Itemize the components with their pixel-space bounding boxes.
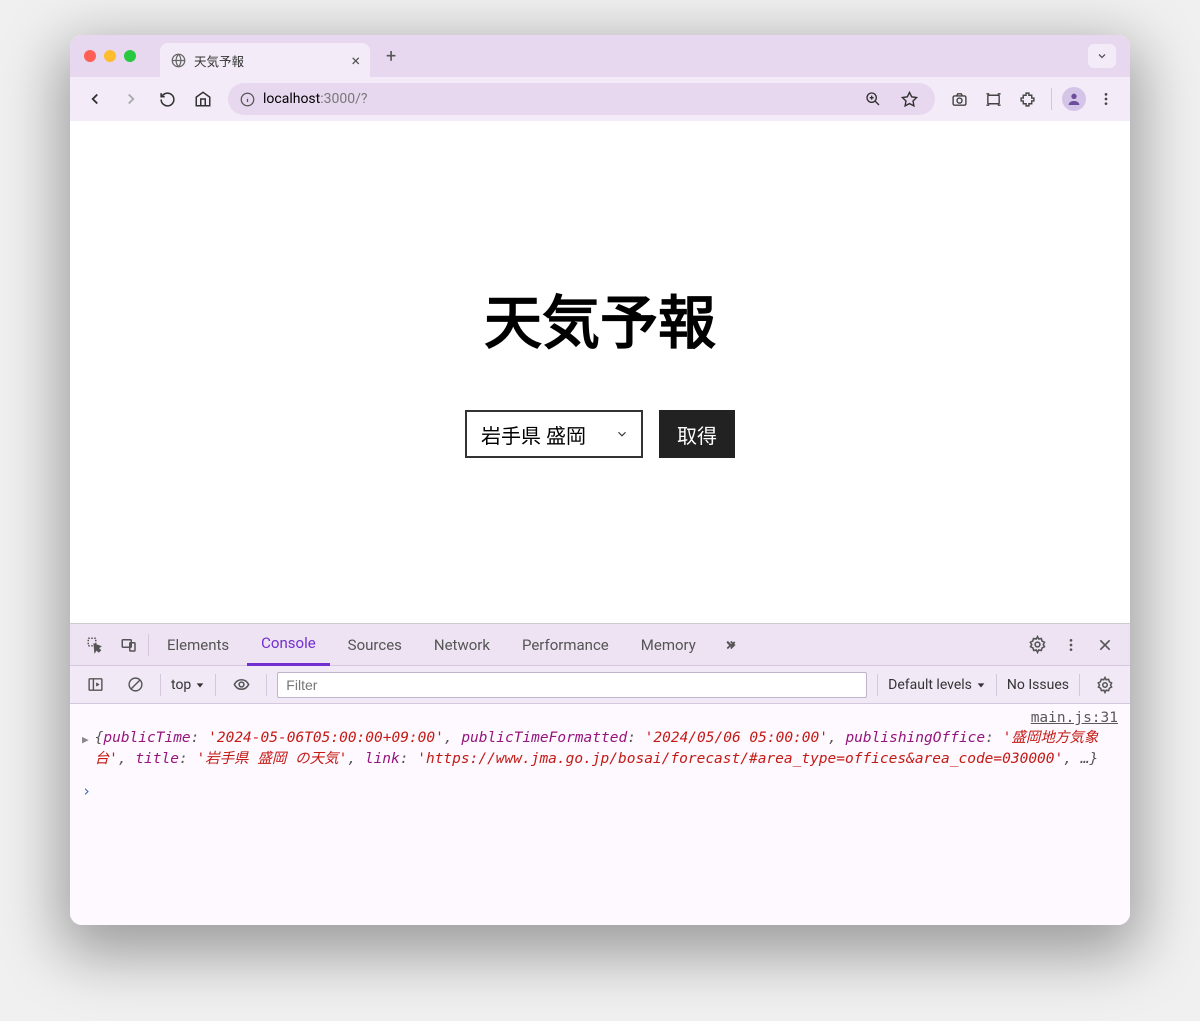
- expand-arrow-icon[interactable]: ▶: [82, 732, 89, 748]
- url-text: localhost:3000/?: [263, 91, 851, 107]
- form-row: 岩手県 盛岡 取得: [465, 410, 735, 458]
- browser-tab[interactable]: 天気予報 ×: [160, 43, 370, 77]
- camera-icon[interactable]: [945, 85, 973, 113]
- console-prompt[interactable]: ›: [82, 782, 1118, 800]
- traffic-lights: [84, 50, 136, 62]
- back-button[interactable]: [80, 84, 110, 114]
- maximize-window-button[interactable]: [124, 50, 136, 62]
- location-select[interactable]: 岩手県 盛岡: [465, 410, 643, 458]
- site-info-icon[interactable]: [240, 92, 255, 107]
- tab-bar: 天気予報 × +: [70, 35, 1130, 77]
- live-expression-icon[interactable]: [226, 670, 256, 700]
- address-bar: localhost:3000/?: [70, 77, 1130, 121]
- new-tab-button[interactable]: +: [386, 46, 396, 67]
- page-content: 天気予報 岩手県 盛岡 取得: [70, 121, 1130, 623]
- minimize-window-button[interactable]: [104, 50, 116, 62]
- sidebar-toggle-icon[interactable]: [80, 670, 110, 700]
- devtools: Elements Console Sources Network Perform…: [70, 623, 1130, 925]
- page-heading: 天気予報: [484, 276, 716, 360]
- context-select[interactable]: top: [171, 677, 205, 693]
- console-source-link[interactable]: main.js:31: [82, 710, 1118, 726]
- window-menu-button[interactable]: [1088, 44, 1116, 68]
- url-bar[interactable]: localhost:3000/?: [228, 83, 935, 115]
- clear-console-icon[interactable]: [120, 670, 150, 700]
- filter-input[interactable]: [277, 672, 867, 698]
- devtools-tabs: Elements Console Sources Network Perform…: [70, 624, 1130, 666]
- profile-avatar[interactable]: [1062, 87, 1086, 111]
- tab-network[interactable]: Network: [420, 624, 504, 666]
- browser-window: 天気予報 × + localhost:3000/?: [70, 35, 1130, 925]
- console-body: main.js:31 ▶ {publicTime: '2024-05-06T05…: [70, 704, 1130, 925]
- tab-title: 天気予報: [194, 51, 343, 70]
- viewport-icon[interactable]: [979, 85, 1007, 113]
- zoom-icon[interactable]: [859, 85, 887, 113]
- devtools-menu-icon[interactable]: [1056, 630, 1086, 660]
- close-devtools-button[interactable]: [1090, 630, 1120, 660]
- extensions-icon[interactable]: [1013, 85, 1041, 113]
- globe-icon: [170, 52, 186, 68]
- issues-status[interactable]: No Issues: [1007, 677, 1069, 693]
- tab-close-button[interactable]: ×: [351, 51, 360, 70]
- bookmark-icon[interactable]: [895, 85, 923, 113]
- console-log-entry[interactable]: ▶ {publicTime: '2024-05-06T05:00:00+09:0…: [82, 728, 1118, 770]
- menu-button[interactable]: [1092, 85, 1120, 113]
- forward-button[interactable]: [116, 84, 146, 114]
- more-tabs-button[interactable]: [714, 630, 744, 660]
- home-button[interactable]: [188, 84, 218, 114]
- reload-button[interactable]: [152, 84, 182, 114]
- tab-performance[interactable]: Performance: [508, 624, 623, 666]
- tab-console[interactable]: Console: [247, 624, 330, 666]
- tab-memory[interactable]: Memory: [627, 624, 710, 666]
- console-object-text: {publicTime: '2024-05-06T05:00:00+09:00'…: [95, 728, 1118, 770]
- tab-elements[interactable]: Elements: [153, 624, 243, 666]
- console-settings-icon[interactable]: [1090, 670, 1120, 700]
- console-toolbar: top Default levels No Issues: [70, 666, 1130, 704]
- inspect-element-icon[interactable]: [80, 630, 110, 660]
- fetch-button[interactable]: 取得: [659, 410, 735, 458]
- chevron-down-icon: [615, 427, 629, 441]
- device-toolbar-icon[interactable]: [114, 630, 144, 660]
- close-window-button[interactable]: [84, 50, 96, 62]
- log-levels-select[interactable]: Default levels: [888, 677, 986, 693]
- location-select-value: 岩手県 盛岡: [481, 420, 586, 449]
- tab-sources[interactable]: Sources: [334, 624, 416, 666]
- settings-icon[interactable]: [1022, 630, 1052, 660]
